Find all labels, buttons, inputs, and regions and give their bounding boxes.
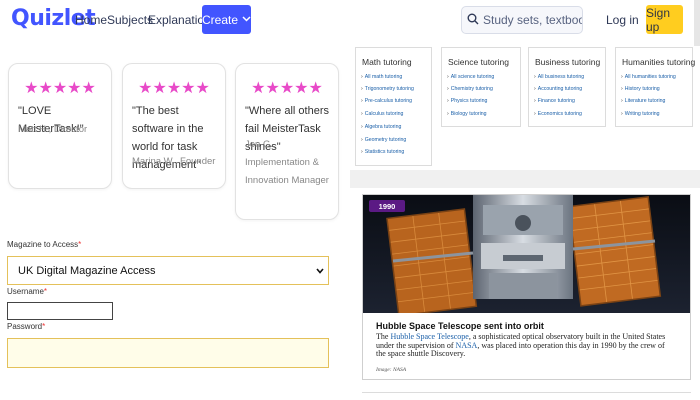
business-tutoring-column: Business tutoring › All business tutoring…	[528, 47, 606, 127]
username-label-text: Username	[7, 287, 44, 296]
humanities-tutoring-column: Humanities tutoring › All humanities tuto…	[615, 47, 696, 127]
star-rating-icon: ★★★★★	[24, 80, 96, 97]
testimonial-card: ★★★★★ "The best software in the world fo…	[122, 63, 226, 189]
image-credit: Image: NASA	[376, 367, 407, 373]
create-button[interactable]: Create	[202, 5, 251, 34]
math-tutoring-column: Math tutoring › All math tutoring › Trigon…	[355, 47, 432, 166]
testimonial-author: Marina W., Founder	[132, 156, 216, 167]
tutoring-link[interactable]: › Economics tutoring	[534, 111, 582, 117]
tutoring-link[interactable]: › Calculus tutoring	[361, 111, 403, 117]
tutoring-link[interactable]: › All math tutoring	[361, 74, 402, 80]
column-title: Business tutoring	[535, 57, 601, 67]
search-input[interactable]: Study sets, textbooks, ...	[461, 6, 583, 34]
nav-subjects-link[interactable]: Subjects	[107, 13, 153, 27]
article-title[interactable]: Hubble Space Telescope sent into orbit	[376, 321, 544, 331]
tutoring-link[interactable]: › Accounting tutoring	[534, 86, 582, 92]
tutoring-link[interactable]: › Physics tutoring	[447, 98, 487, 104]
tutoring-link[interactable]: › Pre-calculus tutoring	[361, 98, 412, 104]
tutoring-link[interactable]: › Biology tutoring	[447, 111, 487, 117]
signup-button[interactable]: Sign up	[646, 5, 683, 34]
scrollbar[interactable]	[694, 0, 700, 46]
on-this-day-card[interactable]: 1990 Hubble Space Telescope sent into or…	[362, 194, 691, 380]
testimonial-card: ★★★★★ "Where all others fail MeisterTask…	[235, 63, 339, 220]
tutoring-link[interactable]: › Trigonometry tutoring	[361, 86, 414, 92]
testimonial-author: Matt H., Director	[18, 124, 88, 135]
testimonial-author: Jon G., Implementation & Innovation Mana…	[245, 139, 329, 186]
chevron-down-icon	[316, 266, 324, 276]
login-link[interactable]: Log in	[606, 13, 639, 27]
tutoring-link[interactable]: › Literature tutoring	[621, 98, 665, 104]
divider	[362, 392, 691, 393]
science-tutoring-column: Science tutoring › All science tutoring ›…	[441, 47, 521, 127]
password-label-text: Password	[7, 322, 43, 331]
section-divider	[350, 170, 700, 188]
required-mark: *	[78, 240, 82, 249]
tutoring-link[interactable]: › All business tutoring	[534, 74, 584, 80]
tutoring-link[interactable]: › Statistics tutoring	[361, 149, 404, 155]
tutoring-link[interactable]: › Chemistry tutoring	[447, 86, 493, 92]
create-button-label: Create	[201, 12, 239, 27]
username-label: Username*	[7, 287, 47, 296]
password-field[interactable]	[7, 338, 329, 368]
column-title: Math tutoring	[362, 57, 412, 67]
magazine-select[interactable]: UK Digital Magazine Access	[7, 256, 329, 285]
column-title: Humanities tutoring	[622, 57, 696, 67]
magazine-label-text: Magazine to Access	[7, 240, 79, 249]
search-icon	[467, 13, 479, 28]
username-field[interactable]	[7, 302, 113, 320]
magazine-select-value: UK Digital Magazine Access	[18, 264, 156, 277]
star-rating-icon: ★★★★★	[138, 80, 210, 97]
tutoring-link[interactable]: › Algebra tutoring	[361, 124, 401, 130]
tutoring-link[interactable]: › All science tutoring	[447, 74, 494, 80]
star-rating-icon: ★★★★★	[251, 80, 323, 97]
required-mark: *	[42, 322, 46, 331]
nav-home-link[interactable]: Home	[75, 13, 107, 27]
password-label: Password*	[7, 322, 45, 331]
required-mark: *	[43, 287, 48, 296]
magazine-label: Magazine to Access*	[7, 240, 81, 249]
testimonial-card: ★★★★★ "LOVE MeisterTask!" Matt H., Direc…	[8, 63, 112, 189]
column-title: Science tutoring	[448, 57, 509, 67]
tutoring-link[interactable]: › Writing tutoring	[621, 111, 660, 117]
search-placeholder: Study sets, textbooks, ...	[483, 13, 582, 27]
chevron-down-icon	[242, 14, 251, 25]
tutoring-link[interactable]: › History tutoring	[621, 86, 660, 92]
hubble-telescope-image: 1990	[363, 195, 690, 313]
article-body: The Hubble Space Telescope, a sophistica…	[376, 332, 666, 358]
tutoring-link[interactable]: › All humanities tutoring	[621, 74, 676, 80]
tutoring-link[interactable]: › Geometry tutoring	[361, 137, 406, 143]
site-header: Quizlet Home Subjects Explanations Creat…	[0, 0, 700, 42]
tutoring-link[interactable]: › Finance tutoring	[534, 98, 575, 104]
year-badge: 1990	[369, 200, 405, 212]
